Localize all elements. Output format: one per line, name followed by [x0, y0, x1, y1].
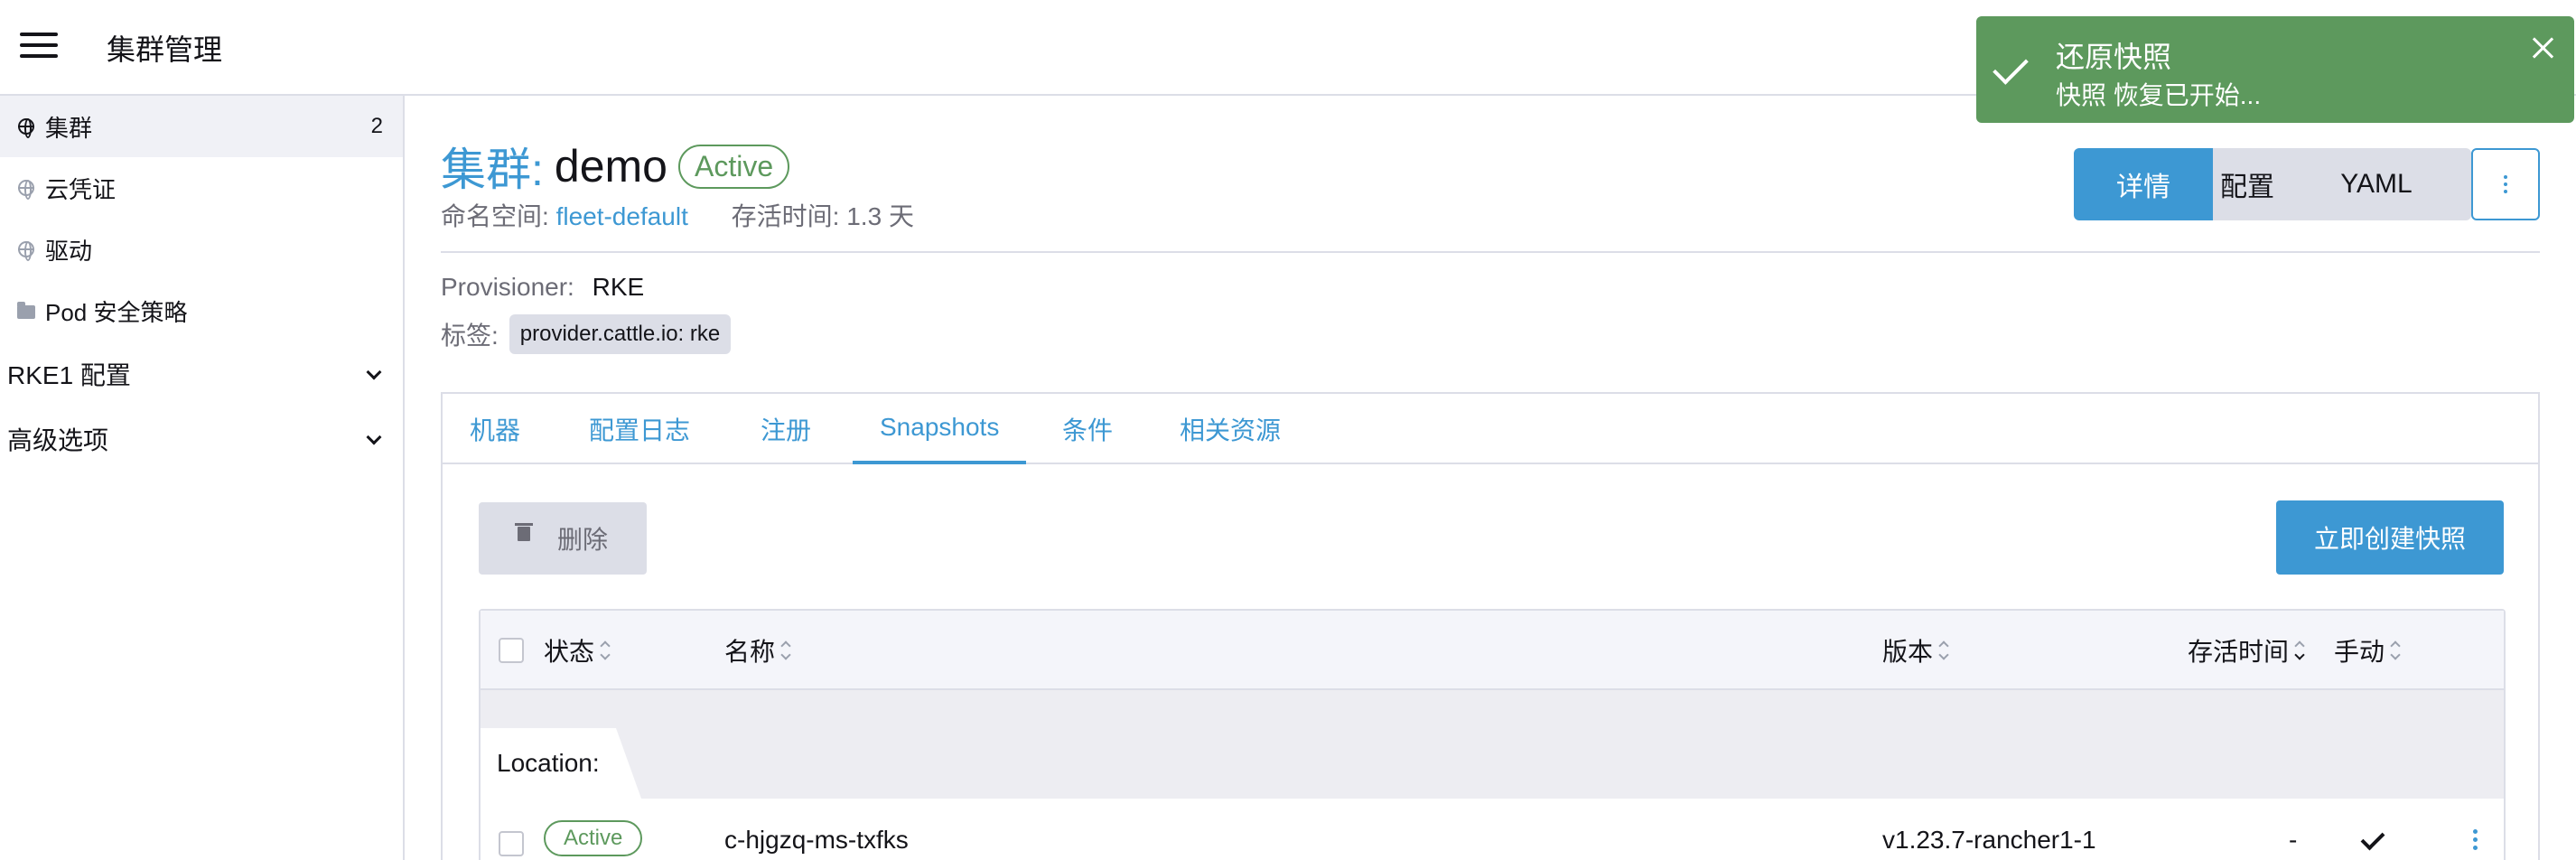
- age-value: 1.3 天: [846, 202, 914, 230]
- column-header-manual[interactable]: 手动: [2334, 611, 2401, 690]
- tab-provisioning-log[interactable]: 配置日志: [589, 394, 690, 464]
- sidebar-group-label: RKE1 配置: [7, 361, 131, 389]
- kebab-icon: [2504, 175, 2507, 193]
- tab-bar: 机器 配置日志 注册 Snapshots 条件 相关资源: [443, 394, 2538, 464]
- sort-icon: [1938, 640, 1949, 660]
- delete-button[interactable]: 删除: [479, 502, 647, 575]
- sort-icon: [780, 640, 791, 660]
- sidebar-group-advanced[interactable]: 高级选项: [0, 407, 403, 472]
- sort-icon: [600, 640, 611, 660]
- sidebar-group-rke1-config[interactable]: RKE1 配置: [0, 341, 403, 407]
- sidebar: 集群 2 云凭证 驱动 Pod 安全策略 RKE1 配置 高级选项: [0, 96, 405, 860]
- tab-machines[interactable]: 机器: [470, 394, 520, 464]
- toast-message: 快照 恢复已开始...: [2056, 81, 2262, 109]
- group-label: Location:: [481, 728, 641, 799]
- provisioner-label: Provisioner:: [441, 273, 574, 301]
- sidebar-item-label: Pod 安全策略: [45, 298, 188, 326]
- snapshot-name: c-hjgzq-ms-txfks: [724, 826, 909, 854]
- tab-registration[interactable]: 注册: [761, 394, 811, 464]
- sidebar-item-clusters[interactable]: 集群 2: [0, 96, 403, 157]
- chevron-down-icon: [366, 364, 382, 380]
- snapshots-table: 状态 名称 版本 存活时间 手动 Location: Active c-hjgz…: [479, 609, 2506, 860]
- tab-conditions[interactable]: 条件: [1062, 394, 1113, 464]
- view-mode-toggle: 详情 配置 YAML: [2074, 148, 2471, 220]
- age-label: 存活时间:: [731, 202, 840, 230]
- sidebar-item-label: 集群: [45, 114, 93, 142]
- app-title: 集群管理: [107, 33, 223, 66]
- sidebar-item-pod-security-policies[interactable]: Pod 安全策略: [0, 280, 403, 341]
- row-checkbox[interactable]: [499, 831, 524, 856]
- sort-desc-icon: [2294, 640, 2305, 660]
- tab-snapshots[interactable]: Snapshots: [853, 394, 1027, 464]
- status-badge: Active: [544, 820, 643, 856]
- cluster-name: demo: [554, 141, 667, 192]
- main-content: 集群: demo Active 命名空间: fleet-default 存活时间…: [406, 98, 2576, 860]
- toast-title: 还原快照: [2056, 41, 2172, 73]
- table-row[interactable]: Active c-hjgzq-ms-txfks v1.23.7-rancher1…: [481, 799, 2504, 860]
- column-header-state[interactable]: 状态: [544, 611, 611, 690]
- table-header: 状态 名称 版本 存活时间 手动: [481, 611, 2504, 690]
- cluster-meta: 命名空间: fleet-default 存活时间: 1.3 天: [441, 197, 914, 233]
- menu-icon[interactable]: [20, 33, 58, 60]
- column-header-version[interactable]: 版本: [1882, 611, 1949, 690]
- tab-related-resources[interactable]: 相关资源: [1180, 394, 1281, 464]
- config-view-button[interactable]: 配置: [2213, 148, 2282, 220]
- tab-panel: 机器 配置日志 注册 Snapshots 条件 相关资源 删除 立即创建快照 状…: [441, 392, 2540, 860]
- toast-notification: 还原快照 快照 恢复已开始...: [1976, 16, 2574, 123]
- detail-view-button[interactable]: 详情: [2074, 148, 2213, 220]
- close-icon[interactable]: [2529, 34, 2556, 61]
- sort-icon: [2390, 640, 2401, 660]
- provisioner-value: RKE: [592, 273, 645, 301]
- yaml-view-button[interactable]: YAML: [2282, 148, 2471, 220]
- column-header-name[interactable]: 名称: [724, 611, 791, 690]
- more-actions-button[interactable]: [2471, 148, 2540, 220]
- label-tag: provider.cattle.io: rke: [509, 314, 732, 354]
- sidebar-item-count: 2: [370, 114, 383, 138]
- folder-icon: [16, 301, 36, 321]
- row-actions-icon[interactable]: [2473, 829, 2478, 850]
- sidebar-item-label: 驱动: [45, 237, 93, 265]
- delete-button-label: 删除: [556, 526, 608, 554]
- sidebar-item-label: 云凭证: [45, 175, 117, 203]
- sidebar-item-drivers[interactable]: 驱动: [0, 219, 403, 280]
- checkmark-icon: [2360, 826, 2385, 851]
- trash-icon: [514, 523, 533, 541]
- snapshot-version: v1.23.7-rancher1-1: [1882, 826, 2096, 854]
- divider: [441, 251, 2540, 253]
- select-all-checkbox[interactable]: [499, 638, 524, 663]
- snapshot-age: -: [2289, 826, 2298, 854]
- checkmark-icon: [1993, 49, 2029, 85]
- globe-icon: [16, 239, 36, 261]
- namespace-link[interactable]: fleet-default: [556, 202, 688, 230]
- globe-icon: [16, 178, 36, 200]
- labels-label: 标签:: [441, 322, 499, 350]
- sidebar-item-cloud-credentials[interactable]: 云凭证: [0, 157, 403, 219]
- chevron-down-icon: [366, 429, 382, 445]
- column-header-age[interactable]: 存活时间: [2188, 611, 2305, 690]
- create-snapshot-button[interactable]: 立即创建快照: [2276, 500, 2504, 575]
- page-title: 集群: demo Active: [441, 134, 790, 199]
- namespace-label: 命名空间:: [441, 202, 549, 230]
- labels-info: 标签: provider.cattle.io: rke: [441, 314, 732, 354]
- provisioner-info: Provisioner: RKE: [441, 273, 644, 302]
- resource-type-link[interactable]: 集群:: [441, 134, 544, 199]
- globe-icon: [16, 117, 36, 138]
- status-badge: Active: [677, 144, 790, 189]
- group-row: Location:: [481, 690, 2504, 799]
- sidebar-group-label: 高级选项: [7, 426, 109, 454]
